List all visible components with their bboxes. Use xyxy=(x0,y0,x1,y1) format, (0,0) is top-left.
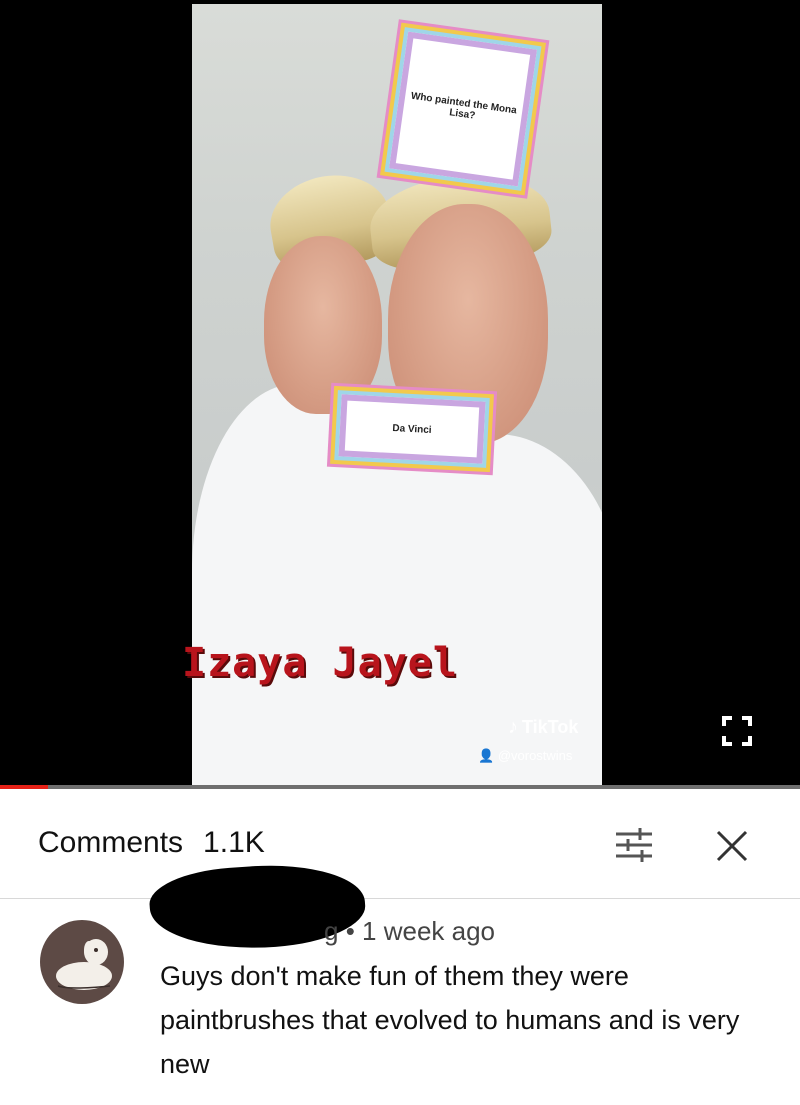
comment-time: 1 week ago xyxy=(362,916,496,946)
tiktok-handle-text: @vorostwins xyxy=(497,748,573,763)
tiktok-watermark: ♪ TikTok xyxy=(508,716,578,739)
dog-avatar-icon xyxy=(56,939,112,990)
progress-track[interactable] xyxy=(0,785,800,789)
answer-card: Da Vinci xyxy=(338,394,486,464)
tiktok-logo-icon: ♪ xyxy=(508,716,518,738)
left-person-face xyxy=(264,236,382,414)
fullscreen-icon[interactable] xyxy=(722,716,752,746)
sort-filter-icon[interactable] xyxy=(614,826,654,864)
question-text: Who painted the Mona Lisa? xyxy=(410,90,518,122)
comment-meta: g • 1 week ago xyxy=(324,916,495,947)
progress-fill xyxy=(0,785,48,789)
comments-title: Comments xyxy=(38,826,184,859)
author-name-fragment[interactable]: g xyxy=(324,916,338,946)
tiktok-handle: 👤 @vorostwins xyxy=(478,748,572,764)
answer-text: Da Vinci xyxy=(392,422,432,436)
name-overlay: Izaya Jayel xyxy=(182,640,458,686)
user-icon: 👤 xyxy=(478,748,495,763)
comment-text: Guys don't make fun of them they were pa… xyxy=(160,961,740,1079)
tiktok-brand: TikTok xyxy=(522,717,579,737)
comments-header: Comments 1.1K xyxy=(38,826,265,860)
divider xyxy=(0,898,800,899)
video-player[interactable]: Who painted the Mona Lisa? Da Vinci Izay… xyxy=(0,0,800,788)
avatar[interactable] xyxy=(40,920,124,1004)
separator-dot: • xyxy=(345,916,363,946)
close-icon[interactable] xyxy=(712,828,752,864)
comments-count: 1.1K xyxy=(203,826,265,859)
question-card: Who painted the Mona Lisa? xyxy=(389,31,537,187)
